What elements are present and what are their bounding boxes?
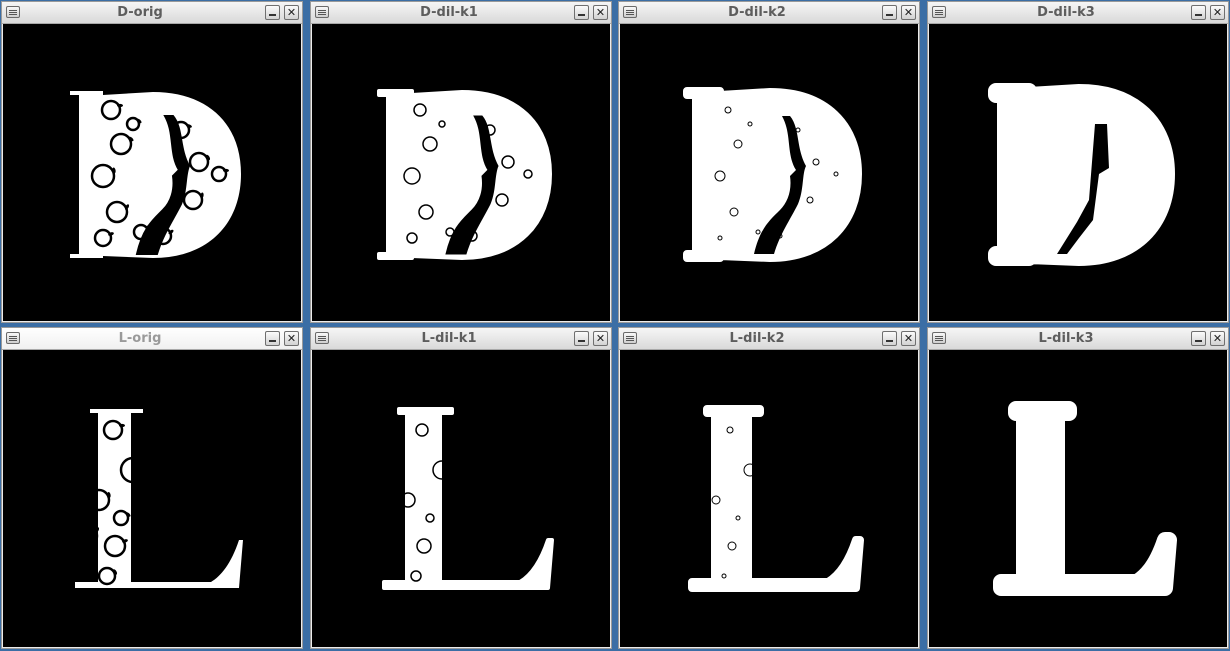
filigree-swirl [71,522,99,550]
minimize-button[interactable] [1191,5,1206,20]
window-menu-icon[interactable] [623,6,637,18]
letter-image [71,409,243,588]
window-menu-icon[interactable] [315,332,329,344]
filigree-swirl [695,529,709,543]
filigree-swirl [190,561,208,579]
image-window-l-dil-k1[interactable]: L-dil-k1 ✕ [310,327,612,649]
window-titlebar[interactable]: L-dil-k2 ✕ [619,328,919,350]
window-titlebar[interactable]: D-dil-k1 ✕ [311,2,611,24]
letter-image [688,405,864,592]
window-title: L-dil-k3 [1038,331,1094,346]
close-button[interactable]: ✕ [284,5,299,20]
filigree-swirl [791,563,797,569]
filigree-swirl [773,443,779,449]
image-window-l-dil-k3[interactable]: L-dil-k3 ✕ [927,327,1229,649]
filigree-leaf [117,103,123,108]
filigree-swirl [384,526,404,546]
letter-image [382,407,554,590]
image-window-d-orig[interactable]: D-orig ✕ [1,1,303,323]
letter-body [75,409,243,588]
image-canvas [3,350,301,647]
window-titlebar[interactable]: L-dil-k1 ✕ [311,328,611,350]
minimize-button[interactable] [574,5,589,20]
window-titlebar[interactable]: L-orig ✕ [2,328,302,350]
face-profile-cutout [443,417,503,555]
minimize-button[interactable] [265,5,280,20]
window-titlebar[interactable]: D-dil-k3 ✕ [928,2,1228,24]
face-profile-cutout [1079,424,1113,526]
window-menu-icon[interactable] [6,332,20,344]
window-titlebar[interactable]: D-dil-k2 ✕ [619,2,919,24]
letter-body [382,407,554,590]
letter-image [377,89,552,260]
image-canvas [620,24,918,321]
close-button[interactable]: ✕ [593,5,608,20]
minimize-button[interactable] [882,5,897,20]
window-title: L-dil-k1 [421,331,477,346]
letter-image [993,401,1177,596]
filigree-swirl [167,556,187,576]
window-title: D-orig [117,5,163,20]
image-window-d-dil-k2[interactable]: D-dil-k2 ✕ [618,1,920,323]
minimize-button[interactable] [882,331,897,346]
window-menu-icon[interactable] [6,6,20,18]
minimize-button[interactable] [265,331,280,346]
image-canvas [929,24,1227,321]
letter-image [988,83,1175,266]
window-menu-icon[interactable] [623,332,637,344]
filigree-swirl [813,567,819,573]
filigree-leaf [164,440,170,444]
letter-image [70,91,241,258]
window-titlebar[interactable]: L-dil-k3 ✕ [928,328,1228,350]
filigree-swirl [480,560,492,572]
window-title: D-dil-k2 [728,5,786,20]
image-window-l-orig[interactable]: L-orig ✕ [1,327,303,649]
image-canvas [929,350,1227,647]
filigree-leaf [119,423,125,428]
image-window-d-dil-k1[interactable]: D-dil-k1 ✕ [310,1,612,323]
filigree-leaf [223,168,229,173]
close-button[interactable]: ✕ [1210,5,1225,20]
image-canvas [312,350,610,647]
close-button[interactable]: ✕ [901,5,916,20]
minimize-button[interactable] [1191,331,1206,346]
window-menu-icon[interactable] [315,6,329,18]
letter-body [688,405,864,592]
image-canvas [3,24,301,321]
image-canvas [312,24,610,321]
image-window-d-dil-k3[interactable]: D-dil-k3 ✕ [927,1,1229,323]
face-profile-cutout [752,418,810,554]
close-button[interactable]: ✕ [593,331,608,346]
letter-image [683,87,862,262]
window-title: L-dil-k2 [729,331,785,346]
close-button[interactable]: ✕ [901,331,916,346]
window-title: L-orig [118,331,162,346]
filigree-swirl [462,440,474,452]
filigree-swirl [503,565,513,575]
minimize-button[interactable] [574,331,589,346]
window-title: D-dil-k3 [1037,5,1095,20]
window-titlebar[interactable]: D-orig ✕ [2,2,302,24]
window-title: D-dil-k1 [420,5,478,20]
window-menu-icon[interactable] [932,332,946,344]
image-window-l-dil-k2[interactable]: L-dil-k2 ✕ [618,327,920,649]
close-button[interactable]: ✕ [1210,331,1225,346]
close-button[interactable]: ✕ [284,331,299,346]
image-canvas [620,350,918,647]
window-menu-icon[interactable] [932,6,946,18]
